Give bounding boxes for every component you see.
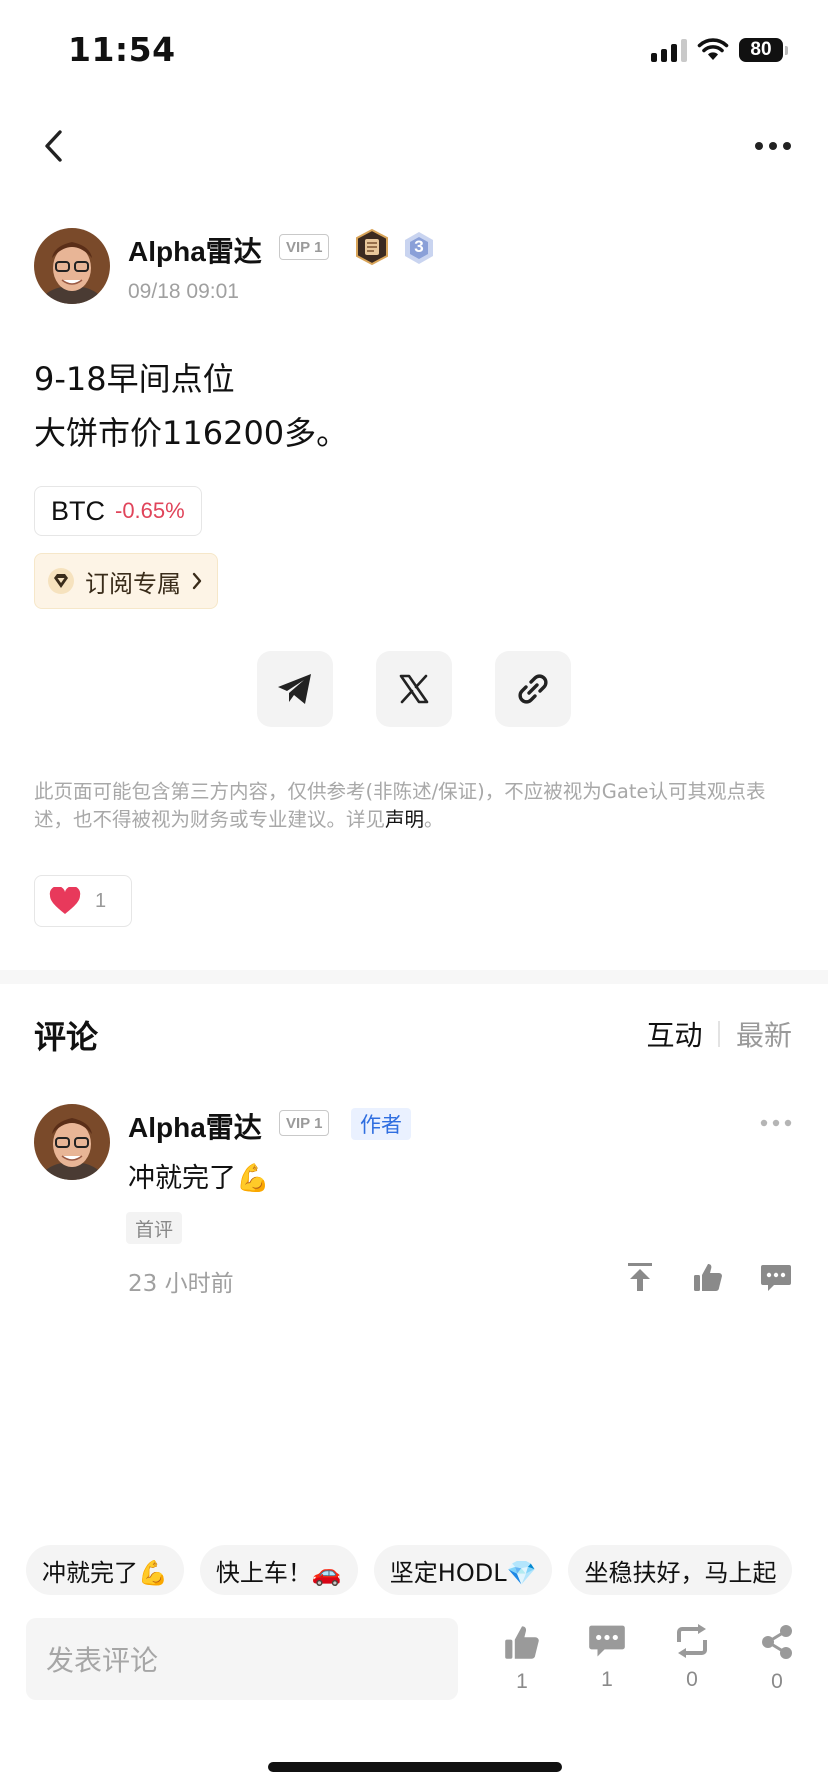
vip-badge: VIP 1 (279, 234, 330, 260)
more-horizontal-icon (760, 1119, 792, 1127)
tab-interaction[interactable]: 互动 (646, 1014, 702, 1054)
post-comment-button[interactable]: 1 (577, 1624, 637, 1692)
comment-sort-tabs: 互动 最新 (646, 1014, 792, 1054)
author-avatar[interactable] (34, 228, 110, 304)
quick-reply-chip[interactable]: 冲就完了💪 (26, 1545, 184, 1595)
repost-button[interactable]: 0 (662, 1624, 722, 1692)
pin-comment-button[interactable] (626, 1262, 656, 1294)
comments-title: 评论 (34, 1018, 99, 1056)
level-badge: 3 (401, 230, 437, 266)
author-badge: 作者 (351, 1108, 411, 1140)
comment-author-avatar[interactable] (34, 1104, 110, 1180)
quick-reply-chips: 冲就完了💪 快上车！🚗 坚定HODL💎 坐稳扶好，马上起 (26, 1545, 793, 1595)
share-button[interactable]: 0 (747, 1624, 807, 1694)
tab-latest[interactable]: 最新 (736, 1014, 792, 1054)
like-count: 1 (95, 889, 107, 912)
post-time: 09/18 09:01 (128, 280, 239, 303)
medal-badge-icon (353, 228, 391, 270)
share-x-button[interactable] (376, 651, 452, 727)
section-divider (0, 970, 828, 984)
comment-count: 1 (601, 1668, 613, 1691)
repost-count: 0 (686, 1668, 698, 1691)
link-icon (518, 674, 548, 704)
share-icon (762, 1625, 792, 1659)
post-like-button[interactable]: 1 (492, 1624, 552, 1694)
tab-separator (718, 1021, 720, 1047)
cellular-signal-icon (651, 38, 687, 62)
author-name[interactable]: Alpha雷达 (128, 230, 262, 270)
post-text-line-1: 9-18早间点位 (34, 360, 235, 398)
share-telegram-button[interactable] (257, 651, 333, 727)
level-number: 3 (414, 237, 424, 256)
battery-icon: 80 (739, 38, 788, 62)
chevron-left-icon (45, 130, 62, 162)
like-count: 1 (516, 1670, 528, 1693)
post-text-line-2: 大饼市价116200多。 (34, 414, 349, 452)
comment-like-button[interactable] (693, 1262, 725, 1294)
battery-level: 80 (739, 38, 783, 62)
back-button[interactable] (34, 124, 74, 168)
disclaimer: 此页面可能包含第三方内容，仅供参考(非陈述/保证)，不应被视为Gate认可其观点… (34, 778, 794, 834)
first-comment-badge: 首评 (126, 1212, 183, 1244)
heart-icon (49, 887, 81, 914)
disclaimer-link[interactable]: 声明 (385, 808, 424, 831)
x-logo-icon (399, 674, 429, 704)
comment-input[interactable]: 发表评论 (26, 1618, 458, 1700)
comment-more-button[interactable] (760, 1112, 794, 1132)
thumbs-up-icon (505, 1626, 539, 1659)
diamond-icon (48, 568, 74, 594)
coin-change: -0.65% (115, 498, 185, 523)
status-indicators: 80 (651, 38, 788, 62)
comment-text: 冲就完了💪 (128, 1163, 270, 1194)
wifi-icon (697, 38, 729, 60)
status-time: 11:54 (68, 30, 176, 69)
more-horizontal-icon (755, 142, 791, 150)
quick-reply-chip[interactable]: 快上车！🚗 (199, 1545, 358, 1595)
comment-vip-badge: VIP 1 (279, 1110, 330, 1136)
repost-icon (677, 1624, 707, 1658)
comment-icon (761, 1265, 791, 1291)
home-indicator[interactable] (268, 1762, 562, 1772)
comment-time: 23 小时前 (128, 1271, 234, 1297)
subscribe-exclusive-button[interactable]: 订阅专属 (34, 553, 218, 609)
disclaimer-end: 。 (424, 808, 444, 831)
chevron-right-icon (192, 572, 202, 590)
subscribe-label: 订阅专属 (85, 569, 181, 598)
copy-link-button[interactable] (495, 651, 571, 727)
pin-to-top-icon (628, 1263, 652, 1291)
more-options-button[interactable] (748, 128, 798, 164)
comment-icon (589, 1625, 625, 1657)
share-count: 0 (771, 1670, 783, 1693)
like-reaction-button[interactable]: 1 (34, 875, 132, 927)
comment-author-name[interactable]: Alpha雷达 (128, 1106, 262, 1146)
quick-reply-chip[interactable]: 坐稳扶好，马上起 (568, 1545, 793, 1595)
thumbs-up-icon (694, 1264, 722, 1291)
coin-symbol: BTC (51, 495, 105, 526)
comment-reply-button[interactable] (760, 1264, 794, 1294)
telegram-icon (278, 674, 311, 704)
quick-reply-chip[interactable]: 坚定HODL💎 (373, 1545, 553, 1595)
coin-tag-btc[interactable]: BTC -0.65% (34, 486, 202, 536)
